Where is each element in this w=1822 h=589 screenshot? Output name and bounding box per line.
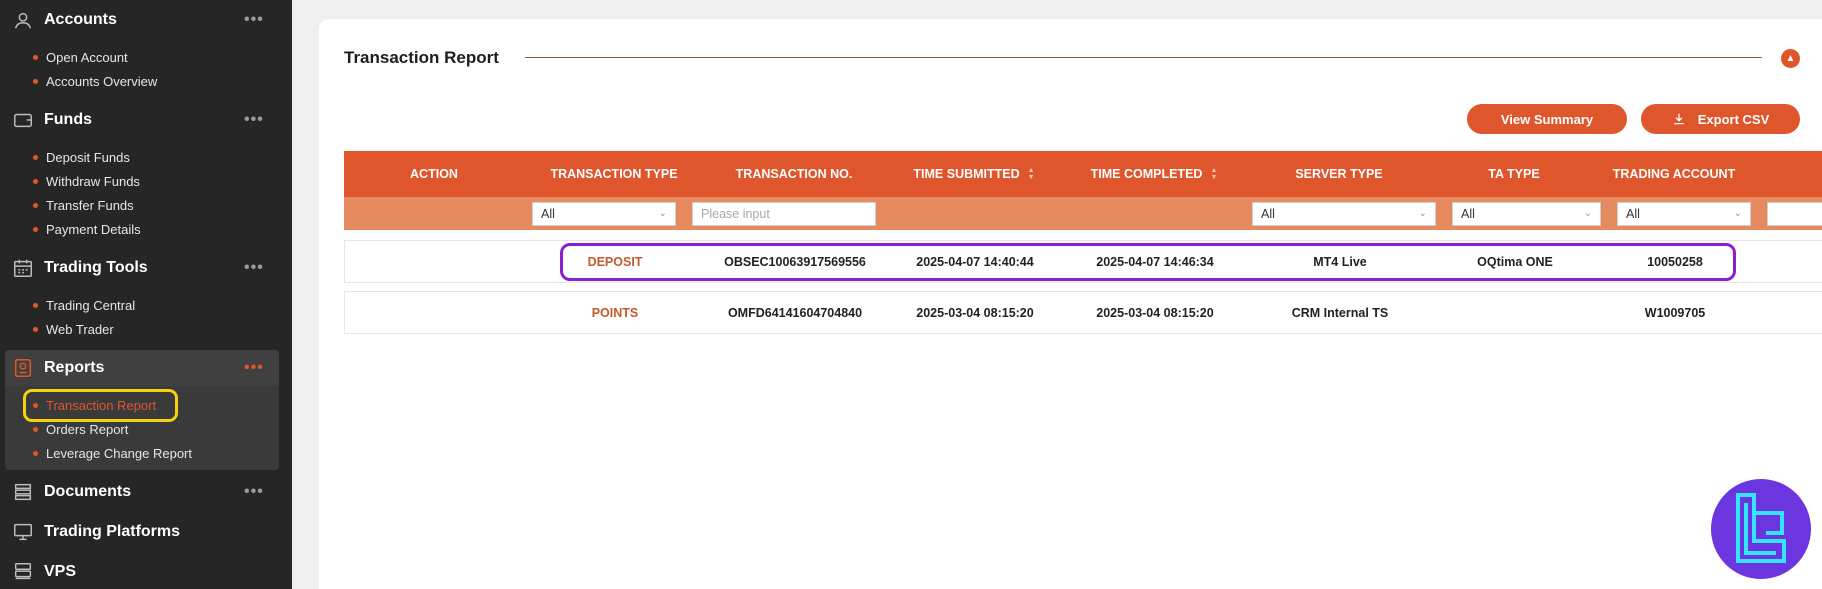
section-title: Reports bbox=[44, 359, 105, 376]
bullet-icon bbox=[33, 326, 38, 332]
brand-logo bbox=[1711, 479, 1811, 579]
column-header-time-submitted[interactable]: TIME SUBMITTED ▲ ▼ bbox=[884, 151, 1064, 197]
download-icon bbox=[1674, 113, 1684, 125]
page-title: Transaction Report bbox=[344, 48, 499, 67]
sidebar-section-funds[interactable]: Funds ••• bbox=[0, 100, 292, 140]
bullet-icon bbox=[33, 426, 38, 432]
bullet-icon bbox=[33, 78, 38, 84]
sidebar-item-orders-report[interactable]: Orders Report bbox=[33, 419, 128, 439]
export-csv-button[interactable]: Export CSV bbox=[1641, 104, 1800, 134]
section-title: Documents bbox=[44, 483, 132, 500]
table-row[interactable]: POINTS OMFD64141604704840 2025-03-04 08:… bbox=[344, 291, 1822, 334]
more-icon[interactable]: ••• bbox=[244, 112, 264, 128]
cell-server-type: CRM Internal TS bbox=[1291, 305, 1389, 320]
chevron-down-icon: ⌄ bbox=[1418, 208, 1427, 219]
view-summary-button[interactable]: View Summary bbox=[1467, 104, 1627, 134]
table-header: ACTION TRANSACTION TYPE TRANSACTION NO. … bbox=[344, 151, 1822, 197]
column-header-ta-type: TA TYPE bbox=[1488, 167, 1540, 181]
sidebar-item-deposit-funds[interactable]: Deposit Funds bbox=[33, 147, 130, 167]
section-title: Trading Platforms bbox=[44, 523, 181, 540]
sort-icon[interactable]: ▲ ▼ bbox=[1210, 167, 1217, 181]
chevron-down-icon: ⌄ bbox=[658, 208, 667, 219]
more-icon[interactable]: ••• bbox=[244, 260, 264, 276]
transaction-no-input[interactable]: Please input bbox=[692, 202, 876, 226]
cell-transaction-no: OMFD64141604704840 bbox=[727, 305, 863, 320]
more-icon[interactable]: ••• bbox=[244, 484, 264, 500]
highlight-box-purple bbox=[560, 243, 1736, 281]
chevron-down-icon: ⌄ bbox=[1733, 208, 1742, 219]
bullet-icon bbox=[33, 226, 38, 232]
sidebar-item-web-trader[interactable]: Web Trader bbox=[33, 319, 114, 339]
report-icon bbox=[11, 356, 35, 380]
sidebar-item-withdraw-funds[interactable]: Withdraw Funds bbox=[33, 171, 140, 191]
sort-icon[interactable]: ▲ ▼ bbox=[1028, 167, 1035, 181]
server-type-select[interactable]: All ⌄ bbox=[1252, 202, 1436, 226]
section-title: Trading Tools bbox=[44, 259, 148, 276]
cell-time-completed: 2025-03-04 08:15:20 bbox=[1096, 305, 1214, 320]
column-header-time-completed[interactable]: TIME COMPLETED ▲ ▼ bbox=[1064, 151, 1244, 197]
sidebar-section-reports[interactable]: Reports ••• bbox=[0, 348, 292, 388]
sidebar-item-open-account[interactable]: Open Account bbox=[33, 47, 128, 67]
bullet-icon bbox=[33, 202, 38, 208]
sidebar-item-accounts-overview[interactable]: Accounts Overview bbox=[33, 71, 157, 91]
sidebar: Accounts ••• Open Account Accounts Overv… bbox=[0, 0, 292, 589]
sidebar-section-documents[interactable]: Documents ••• bbox=[0, 472, 292, 512]
column-header-server-type: SERVER TYPE bbox=[1295, 167, 1383, 181]
column-header-trading-account: TRADING ACCOUNT bbox=[1612, 167, 1736, 181]
sidebar-item-leverage-change-report[interactable]: Leverage Change Report bbox=[33, 443, 192, 463]
bullet-icon bbox=[33, 302, 38, 308]
sidebar-section-trading-tools[interactable]: Trading Tools ••• bbox=[0, 248, 292, 288]
wallet-icon bbox=[11, 108, 35, 132]
bullet-icon bbox=[33, 178, 38, 184]
trading-account-select[interactable]: All ⌄ bbox=[1617, 202, 1751, 226]
cell-ta-type bbox=[1435, 292, 1595, 333]
column-header-action: ACTION bbox=[410, 167, 458, 181]
cell-trading-account: W1009705 bbox=[1644, 305, 1706, 320]
highlight-box-yellow bbox=[23, 389, 178, 422]
server-icon bbox=[11, 560, 35, 584]
platforms-icon bbox=[11, 520, 35, 544]
ta-type-select[interactable]: All ⌄ bbox=[1452, 202, 1601, 226]
filter-row: All ⌄ Please input All ⌄ All ⌄ All ⌄ bbox=[344, 197, 1822, 230]
column-header-transaction-type: TRANSACTION TYPE bbox=[550, 167, 678, 181]
chevron-down-icon: ⌄ bbox=[1583, 208, 1592, 219]
cell-transaction-type[interactable]: POINTS bbox=[525, 292, 705, 333]
collapse-button[interactable]: ▲ bbox=[1781, 49, 1800, 68]
section-title: Accounts bbox=[44, 11, 117, 28]
bullet-icon bbox=[33, 154, 38, 160]
sidebar-section-trading-platforms[interactable]: Trading Platforms bbox=[0, 512, 292, 552]
sidebar-item-trading-central[interactable]: Trading Central bbox=[33, 295, 135, 315]
column-header-transaction-no: TRANSACTION NO. bbox=[735, 167, 853, 181]
bullet-icon bbox=[33, 450, 38, 456]
more-icon[interactable]: ••• bbox=[244, 12, 264, 28]
bullet-icon bbox=[33, 54, 38, 60]
section-title: VPS bbox=[44, 563, 77, 580]
documents-icon bbox=[11, 480, 35, 504]
sidebar-section-accounts[interactable]: Accounts ••• bbox=[0, 0, 292, 40]
section-title: Funds bbox=[44, 111, 92, 128]
sidebar-item-transfer-funds[interactable]: Transfer Funds bbox=[33, 195, 134, 215]
calendar-icon bbox=[11, 256, 35, 280]
cell-time-submitted: 2025-03-04 08:15:20 bbox=[916, 305, 1034, 320]
sidebar-item-payment-details[interactable]: Payment Details bbox=[33, 219, 141, 239]
extra-filter-select[interactable] bbox=[1767, 202, 1822, 226]
chevron-up-icon: ▲ bbox=[1785, 53, 1796, 64]
transaction-type-select[interactable]: All ⌄ bbox=[532, 202, 676, 226]
sidebar-section-vps[interactable]: VPS bbox=[0, 552, 292, 589]
more-icon[interactable]: ••• bbox=[244, 360, 264, 376]
title-divider bbox=[525, 57, 1762, 58]
users-icon bbox=[11, 8, 35, 32]
logo-mark-icon bbox=[1736, 493, 1786, 563]
